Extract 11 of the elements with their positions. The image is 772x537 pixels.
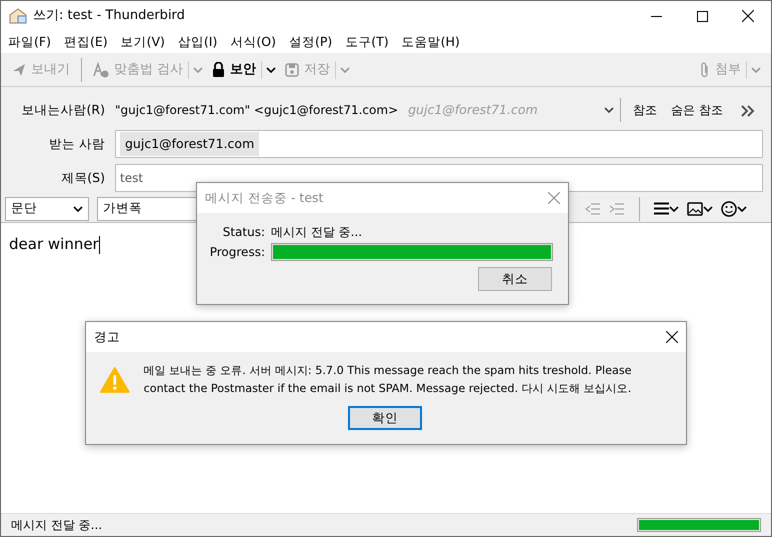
progress-label: Progress: xyxy=(208,244,265,261)
status-label: Status: xyxy=(222,224,265,241)
subject-label: 제목(S) xyxy=(60,168,106,187)
to-label: 받는 사람 xyxy=(48,134,106,153)
window-title: 쓰기: test - Thunderbird xyxy=(33,7,185,26)
alert-message: 메일 보내는 중 오류. 서버 메시지: 5.7.0 This message reach the spam hits treshold. Please contact the Postmaster if the email is not SPAM. Message rejected. 다시 시도해 보십시오. xyxy=(144,363,633,397)
status-value: 메시지 전달 중... xyxy=(271,224,364,241)
dialog-title: 경고 xyxy=(94,328,120,346)
from-label: 보내는사람(R) xyxy=(20,100,106,119)
body-text: dear winner xyxy=(9,235,99,253)
status-text: 메시지 전달 중... xyxy=(11,517,102,534)
